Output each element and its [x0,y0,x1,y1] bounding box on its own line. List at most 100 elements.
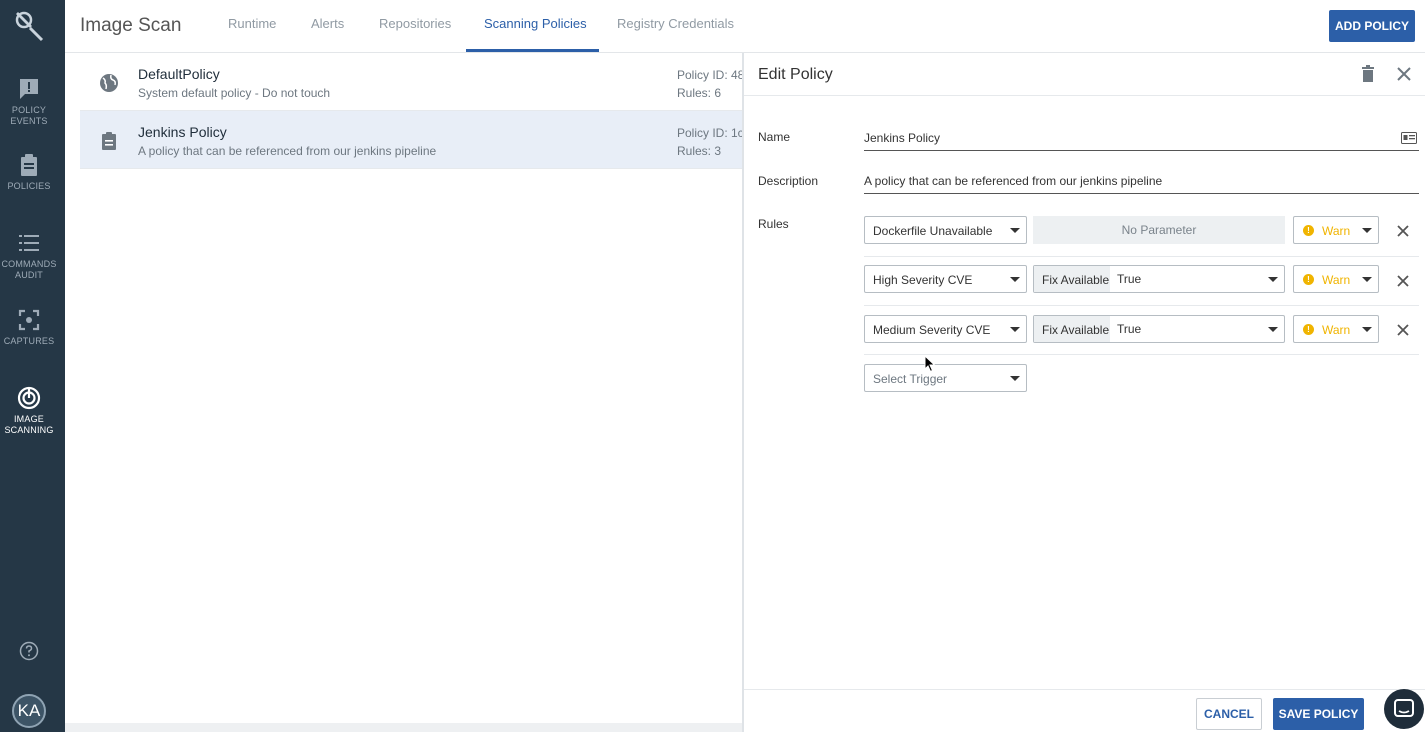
remove-rule-icon[interactable] [1396,274,1410,288]
rule-trigger-value: High Severity CVE [873,273,973,287]
caret-down-icon [1010,327,1020,332]
caret-down-icon [1010,228,1020,233]
save-policy-button[interactable]: SAVE POLICY [1273,698,1364,730]
nav-label: IMAGE [13,414,44,424]
tab-scanning-policies[interactable]: Scanning Policies [484,16,587,31]
caret-down-icon [1268,327,1278,332]
remove-rule-icon[interactable] [1396,224,1410,238]
caret-down-icon [1010,277,1020,282]
nav-label: SCANNING [4,425,54,435]
edit-policy-panel: Edit Policy Name Jenkins Policy Descript… [742,53,1425,732]
rule-parameter-select[interactable]: Fix Available True [1033,315,1285,343]
rule-parameter-value: True [1117,272,1142,286]
scanning-target-icon [17,386,41,410]
caret-down-icon [1362,228,1372,233]
avatar[interactable]: KA [12,694,46,728]
alert-message-icon [20,79,38,99]
rule-trigger-select[interactable]: Dockerfile Unavailable [864,216,1027,244]
name-value: Jenkins Policy [864,131,941,145]
policy-meta: Policy ID: 1c8 Rules: 3 [677,124,743,160]
rule-action-value: Warn [1322,224,1351,238]
rule-divider [864,256,1419,257]
name-label: Name [758,130,791,144]
policy-name: Jenkins Policy [138,124,227,140]
active-tab-indicator [466,49,599,52]
rule-no-parameter: No Parameter [1033,216,1285,244]
rule-trigger-value: Medium Severity CVE [873,323,991,337]
nav-label: POLICY [11,105,47,115]
rule-action-select[interactable]: ! Warn [1293,265,1379,293]
nav-label: AUDIT [15,270,43,280]
name-field[interactable]: Jenkins Policy [864,123,1419,151]
mouse-cursor-icon [924,355,936,373]
top-bar: Image Scan Runtime Alerts Repositories S… [65,0,1425,53]
policy-meta: Policy ID: 48c Rules: 6 [677,66,743,102]
warning-icon: ! [1303,225,1314,236]
select-trigger-dropdown[interactable]: Select Trigger [864,364,1027,392]
id-card-icon [1401,132,1417,144]
rule-action-value: Warn [1322,323,1351,337]
rule-parameter-label: Fix Available [1034,266,1110,292]
caret-down-icon [1010,376,1020,381]
caret-down-icon [1268,277,1278,282]
policy-name: DefaultPolicy [138,66,220,82]
list-item[interactable]: Jenkins Policy A policy that can be refe… [80,111,743,169]
description-value: A policy that can be referenced from our… [864,174,1163,188]
left-nav: POLICY EVENTS POLICIES COMMANDS AUDIT CA… [0,0,65,732]
chat-widget-button[interactable] [1384,689,1424,729]
policy-rules-count: Rules: 3 [677,144,722,158]
rule-action-select[interactable]: ! Warn [1293,315,1379,343]
nav-captures[interactable]: CAPTURES [0,308,58,347]
add-policy-button[interactable]: ADD POLICY [1329,10,1415,42]
caret-down-icon [1362,277,1372,282]
help-icon[interactable] [19,641,39,661]
nav-image-scanning[interactable]: IMAGE SCANNING [0,386,58,436]
rule-trigger-value: Dockerfile Unavailable [873,224,993,238]
rule-action-select[interactable]: ! Warn [1293,216,1379,244]
capture-frame-icon [18,309,40,331]
nav-label: CAPTURES [3,336,55,346]
policy-description: System default policy - Do not touch [138,86,331,100]
description-field[interactable]: A policy that can be referenced from our… [864,166,1419,194]
page-title: Image Scan [80,15,182,36]
sysdig-logo-icon[interactable] [12,8,46,42]
tab-alerts[interactable]: Alerts [311,16,344,31]
rule-trigger-select[interactable]: High Severity CVE [864,265,1027,293]
list-icon [19,235,39,251]
nav-label: COMMANDS [1,259,57,269]
rule-trigger-select[interactable]: Medium Severity CVE [864,315,1027,343]
tab-runtime[interactable]: Runtime [228,16,276,31]
description-label: Description [758,174,819,188]
policy-id: Policy ID: 1c8 [677,126,743,140]
cancel-button[interactable]: CANCEL [1196,698,1262,730]
close-icon[interactable] [1394,64,1414,84]
remove-rule-icon[interactable] [1396,323,1410,337]
tab-repositories[interactable]: Repositories [379,16,451,31]
caret-down-icon [1362,327,1372,332]
rule-parameter-label: Fix Available [1034,316,1110,342]
rule-action-value: Warn [1322,273,1351,287]
nav-policies[interactable]: POLICIES [0,153,58,192]
policy-description: A policy that can be referenced from our… [138,144,437,158]
rules-label: Rules [758,217,789,231]
trash-icon[interactable] [1358,64,1378,84]
list-item[interactable]: DefaultPolicy System default policy - Do… [80,53,743,111]
nav-label: POLICIES [7,181,51,191]
clipboard-icon [102,132,116,150]
nav-commands-audit[interactable]: COMMANDS AUDIT [0,231,58,281]
tab-registry-credentials[interactable]: Registry Credentials [617,16,734,31]
globe-icon [100,74,118,92]
rule-divider [864,305,1419,306]
panel-header: Edit Policy [744,53,1425,96]
rule-divider [864,354,1419,355]
nav-label: EVENTS [10,116,48,126]
list-footer [65,723,743,732]
policy-list: DefaultPolicy System default policy - Do… [80,53,743,725]
chat-icon [1394,699,1414,717]
nav-policy-events[interactable]: POLICY EVENTS [0,77,58,127]
rule-parameter-select[interactable]: Fix Available True [1033,265,1285,293]
warning-icon: ! [1303,324,1314,335]
policy-id: Policy ID: 48c [677,68,743,82]
clipboard-icon [21,154,37,176]
rule-parameter-value: True [1117,322,1142,336]
